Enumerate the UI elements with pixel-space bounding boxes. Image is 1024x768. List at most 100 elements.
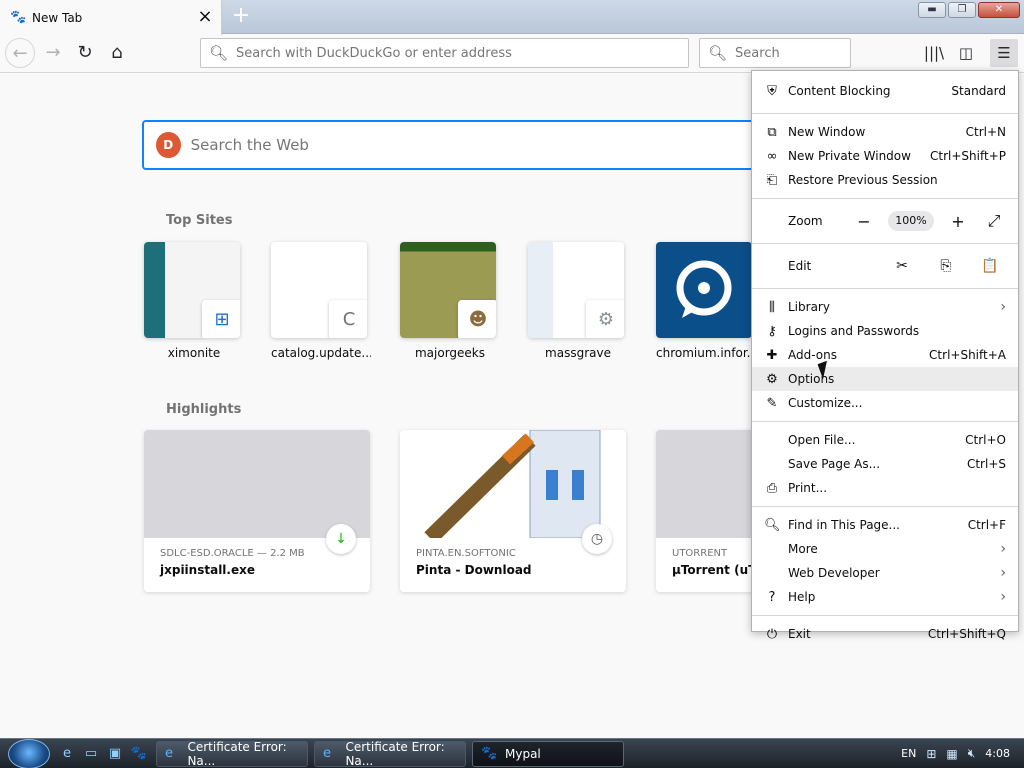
menu-item-addons[interactable]: ✚ Add-ons Ctrl+Shift+A	[752, 343, 1018, 367]
site-label: chromium.infor...	[656, 346, 756, 360]
address-input[interactable]	[236, 45, 688, 61]
library-icon[interactable]: |||\	[920, 39, 948, 67]
taskbar-button[interactable]: e Certificate Error: Na...	[156, 740, 308, 768]
menu-item-customize[interactable]: ✎ Customize...	[752, 391, 1018, 415]
highlight-card[interactable]: ↓ SDLC-ESD.ORACLE — 2.2 MB jxpiinstall.e…	[144, 430, 370, 592]
close-window-button[interactable]: ✕	[978, 2, 1020, 18]
language-indicator[interactable]: EN	[901, 747, 916, 760]
menu-item-edit: Edit ✂ ⎘ 📋	[752, 250, 1018, 282]
menu-item-options[interactable]: ⚙ Options	[752, 367, 1018, 391]
internet-explorer-icon[interactable]: e	[58, 745, 76, 763]
top-site-tile[interactable]: ☻ majorgeeks	[400, 242, 500, 360]
menu-item-label: Open File...	[788, 433, 856, 447]
menu-item-save-page[interactable]: Save Page As... Ctrl+S	[752, 452, 1018, 476]
menu-item-content-blocking[interactable]: ⛨ Content Blocking Standard	[752, 75, 1018, 107]
menu-item-find[interactable]: 🔍︎ Find in This Page... Ctrl+F	[752, 513, 1018, 537]
menu-shortcut: Ctrl+S	[966, 457, 1006, 471]
site-thumbnail: ☻	[400, 242, 496, 338]
tab-new-tab[interactable]: 🐾 New Tab ×	[0, 0, 222, 35]
taskbar-button-label: Certificate Error: Na...	[345, 739, 445, 768]
new-tab-plus-icon[interactable]: +	[228, 4, 254, 30]
web-search-box[interactable]: D	[142, 120, 782, 170]
highlight-image	[144, 430, 370, 538]
zoom-level[interactable]: 100%	[888, 211, 934, 231]
pinta-brush-image	[424, 430, 601, 544]
network-icon[interactable]: ▦	[946, 747, 957, 761]
menu-shortcut: Ctrl+N	[965, 125, 1006, 139]
menu-item-more[interactable]: More ›	[752, 537, 1018, 561]
show-desktop-icon[interactable]: ▭	[82, 745, 100, 763]
hamburger-menu-icon[interactable]: ☰	[990, 39, 1018, 67]
menu-item-label: Save Page As...	[788, 457, 881, 471]
private-mask-icon: ∞	[766, 148, 778, 164]
menu-item-help[interactable]: ? Help ›	[752, 585, 1018, 609]
windows-update-icon[interactable]: ⊞	[926, 747, 936, 761]
clock[interactable]: 4:08	[985, 747, 1010, 760]
mypal-icon[interactable]: 🐾	[130, 745, 148, 763]
volume-muted-icon[interactable]: 🔇︎	[968, 746, 976, 761]
history-clock-icon: ◷	[582, 524, 612, 554]
web-search-input[interactable]	[190, 136, 780, 154]
chromium-info-logo-icon	[676, 260, 732, 318]
fullscreen-icon[interactable]: ⤢	[982, 211, 1006, 231]
highlight-host: PINTA.EN.SOFTONIC	[416, 548, 516, 559]
menu-item-exit[interactable]: ⏻ Exit Ctrl+Shift+Q	[752, 622, 1018, 646]
cut-icon[interactable]: ✂	[886, 258, 918, 274]
top-site-tile[interactable]: C catalog.update....	[271, 242, 371, 360]
top-site-tile[interactable]: chromium.infor...	[656, 242, 756, 360]
menu-item-label: Find in This Page...	[788, 518, 900, 532]
restore-session-icon: ⎗	[766, 172, 778, 188]
menu-item-web-developer[interactable]: Web Developer ›	[752, 561, 1018, 585]
download-icon: ↓	[326, 524, 356, 554]
taskbar-button[interactable]: 🐾 Mypal	[472, 740, 624, 767]
menu-item-open-file[interactable]: Open File... Ctrl+O	[752, 428, 1018, 452]
shield-icon: ⛨	[767, 83, 777, 99]
reload-icon[interactable]: ↻	[70, 38, 100, 68]
menu-separator	[752, 113, 1018, 114]
address-bar[interactable]: 🔍︎	[200, 38, 689, 68]
forward-arrow-icon[interactable]: →	[38, 38, 68, 68]
menu-separator	[752, 243, 1018, 244]
menu-item-new-private-window[interactable]: ∞ New Private Window Ctrl+Shift+P	[752, 144, 1018, 168]
top-sites-title: Top Sites	[166, 213, 233, 228]
back-arrow-icon[interactable]: ←	[5, 38, 35, 68]
menu-item-label: Help	[788, 590, 816, 604]
switch-windows-icon[interactable]: ▣	[106, 745, 124, 763]
start-button[interactable]	[8, 738, 50, 768]
menu-item-logins[interactable]: ⚷ Logins and Passwords	[752, 319, 1018, 343]
chevron-right-icon: ›	[1000, 541, 1006, 557]
paste-icon[interactable]: 📋	[974, 258, 1006, 274]
restore-button[interactable]: ❐	[948, 2, 976, 18]
zoom-out-icon[interactable]: −	[852, 212, 876, 231]
taskbar-button[interactable]: e Certificate Error: Na...	[314, 739, 466, 768]
site-thumbnail: ⊞	[144, 242, 240, 338]
taskbar-button-label: Mypal	[505, 746, 541, 761]
menu-shortcut: Ctrl+Shift+A	[929, 348, 1006, 362]
highlight-card[interactable]: UTORRENT µTorrent (uTo	[656, 430, 756, 592]
top-site-tile[interactable]: ⊞ ximonite	[144, 242, 244, 360]
search-input[interactable]	[735, 45, 850, 61]
highlight-card[interactable]: ◷ PINTA.EN.SOFTONIC Pinta - Download	[400, 430, 626, 592]
menu-item-print[interactable]: ⎙ Print...	[752, 476, 1018, 500]
highlight-title: jxpiinstall.exe	[160, 563, 255, 577]
menu-separator	[752, 421, 1018, 422]
top-site-tile[interactable]: ⚙ massgrave	[528, 242, 628, 360]
highlight-image	[400, 430, 626, 544]
sidebar-icon[interactable]: ◫	[952, 39, 980, 67]
menu-item-restore-session[interactable]: ⎗ Restore Previous Session	[752, 168, 1018, 192]
tab-close-icon[interactable]: ×	[197, 7, 213, 26]
home-icon[interactable]: ⌂	[102, 38, 132, 68]
site-letter-icon: C	[329, 300, 367, 338]
site-label: massgrave	[545, 346, 611, 360]
copy-icon[interactable]: ⎘	[930, 258, 962, 274]
menu-item-library[interactable]: ⫼ Library ›	[752, 295, 1018, 319]
search-bar[interactable]: 🔍︎	[699, 38, 851, 68]
menu-item-zoom: Zoom − 100% + ⤢	[752, 205, 1018, 237]
menu-item-label: New Window	[788, 125, 866, 139]
minimize-button[interactable]: ▬	[918, 2, 946, 18]
library-icon: ⫼	[769, 299, 775, 315]
site-thumbnail	[656, 242, 752, 338]
menu-shortcut: Ctrl+Shift+P	[930, 149, 1006, 163]
zoom-in-icon[interactable]: +	[946, 212, 970, 231]
menu-item-new-window[interactable]: ⧉ New Window Ctrl+N	[752, 120, 1018, 144]
